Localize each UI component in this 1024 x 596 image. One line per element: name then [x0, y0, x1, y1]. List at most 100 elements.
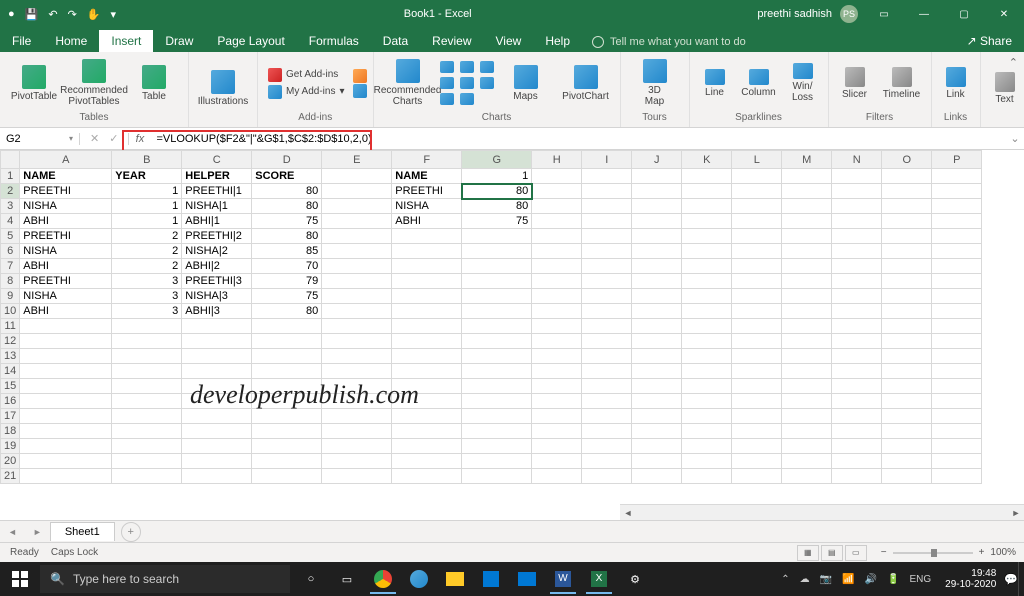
column-header[interactable]: H: [532, 151, 582, 169]
cell[interactable]: [932, 184, 982, 199]
cell[interactable]: [322, 424, 392, 439]
cell[interactable]: [782, 304, 832, 319]
cell[interactable]: [462, 469, 532, 484]
cell[interactable]: [732, 349, 782, 364]
tab-review[interactable]: Review: [420, 30, 483, 52]
cell[interactable]: 3: [112, 274, 182, 289]
cell[interactable]: [322, 319, 392, 334]
cell[interactable]: [832, 169, 882, 184]
row-header[interactable]: 19: [1, 439, 20, 454]
cell[interactable]: ABHI: [20, 259, 112, 274]
waterfall-chart-icon[interactable]: [440, 93, 454, 105]
pivottable-button[interactable]: PivotTable: [6, 63, 62, 104]
cell[interactable]: [532, 409, 582, 424]
cell[interactable]: [112, 349, 182, 364]
cell[interactable]: [832, 259, 882, 274]
cell[interactable]: [182, 469, 252, 484]
cell[interactable]: PREETHI: [20, 229, 112, 244]
scroll-right-button[interactable]: ►: [1008, 508, 1024, 518]
cell[interactable]: [782, 199, 832, 214]
cell[interactable]: [882, 439, 932, 454]
tab-home[interactable]: Home: [43, 30, 99, 52]
row-header[interactable]: 11: [1, 319, 20, 334]
cell[interactable]: [322, 229, 392, 244]
cell[interactable]: [532, 274, 582, 289]
cell[interactable]: [322, 409, 392, 424]
cell[interactable]: [392, 349, 462, 364]
cell[interactable]: [582, 259, 632, 274]
zoom-slider[interactable]: [893, 552, 973, 554]
cell[interactable]: [252, 349, 322, 364]
cell[interactable]: [732, 334, 782, 349]
cell[interactable]: [392, 334, 462, 349]
cell[interactable]: [392, 394, 462, 409]
sheet-nav-next[interactable]: ►: [25, 527, 50, 537]
tab-file[interactable]: File: [0, 30, 43, 52]
cell[interactable]: [782, 379, 832, 394]
cell[interactable]: [182, 364, 252, 379]
cell[interactable]: [882, 199, 932, 214]
enter-formula-button[interactable]: ✓: [109, 132, 118, 145]
cell[interactable]: [462, 454, 532, 469]
cell[interactable]: 3: [112, 304, 182, 319]
cell[interactable]: NISHA: [392, 199, 462, 214]
cell[interactable]: 80: [462, 199, 532, 214]
cell[interactable]: [932, 229, 982, 244]
cell[interactable]: [532, 214, 582, 229]
cell[interactable]: [682, 334, 732, 349]
cell[interactable]: [732, 229, 782, 244]
cell[interactable]: [632, 319, 682, 334]
cell[interactable]: NISHA|2: [182, 244, 252, 259]
cell[interactable]: [782, 394, 832, 409]
cell[interactable]: 2: [112, 259, 182, 274]
cell[interactable]: [632, 364, 682, 379]
cell[interactable]: [20, 364, 112, 379]
chrome-taskbar[interactable]: [366, 564, 400, 594]
cell[interactable]: [582, 169, 632, 184]
cell[interactable]: [682, 304, 732, 319]
cell[interactable]: [532, 349, 582, 364]
pie-chart-icon[interactable]: [480, 61, 494, 73]
cell[interactable]: [882, 409, 932, 424]
cell[interactable]: [532, 364, 582, 379]
cell[interactable]: [732, 244, 782, 259]
cell[interactable]: [732, 289, 782, 304]
row-header[interactable]: 3: [1, 199, 20, 214]
settings-taskbar[interactable]: ⚙: [618, 564, 652, 594]
row-header[interactable]: 7: [1, 259, 20, 274]
text-button[interactable]: Text: [987, 70, 1023, 107]
cell[interactable]: [462, 304, 532, 319]
tray-chevron-icon[interactable]: ⌃: [781, 574, 789, 585]
cell[interactable]: [832, 469, 882, 484]
cell[interactable]: [832, 439, 882, 454]
cell[interactable]: [252, 334, 322, 349]
cell[interactable]: [882, 274, 932, 289]
view-page-break[interactable]: ▭: [845, 545, 867, 561]
cell[interactable]: [682, 259, 732, 274]
cell[interactable]: [182, 349, 252, 364]
cell[interactable]: [782, 364, 832, 379]
cell[interactable]: [782, 469, 832, 484]
cell[interactable]: [462, 244, 532, 259]
row-header[interactable]: 9: [1, 289, 20, 304]
cell[interactable]: [582, 244, 632, 259]
cell[interactable]: [732, 274, 782, 289]
cell[interactable]: [582, 214, 632, 229]
cell[interactable]: [462, 334, 532, 349]
cell[interactable]: [782, 214, 832, 229]
cell[interactable]: [392, 319, 462, 334]
cell[interactable]: ABHI|3: [182, 304, 252, 319]
cell[interactable]: 2: [112, 229, 182, 244]
cell[interactable]: [882, 229, 932, 244]
cell[interactable]: [182, 379, 252, 394]
cell[interactable]: [582, 364, 632, 379]
cell[interactable]: [112, 364, 182, 379]
cell[interactable]: [932, 364, 982, 379]
column-header[interactable]: O: [882, 151, 932, 169]
row-header[interactable]: 12: [1, 334, 20, 349]
column-header[interactable]: K: [682, 151, 732, 169]
cell[interactable]: [682, 409, 732, 424]
cell[interactable]: ABHI: [20, 304, 112, 319]
cell[interactable]: NISHA: [20, 289, 112, 304]
cell[interactable]: [112, 334, 182, 349]
